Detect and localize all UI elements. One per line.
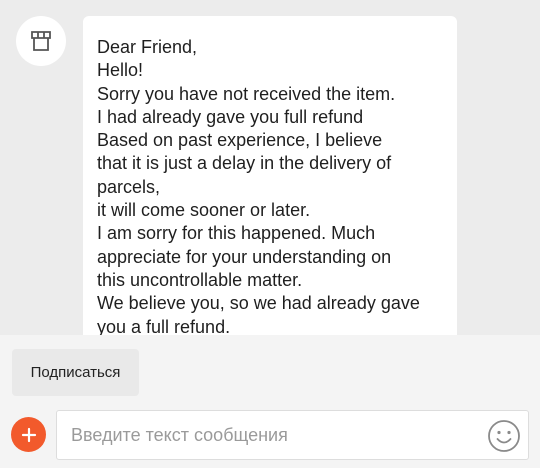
message-line: it will come sooner or later. (97, 200, 311, 221)
message-line: parcels, (97, 176, 161, 197)
message-line: you a full refund. (97, 316, 231, 335)
message-line: appreciate for your understanding on (97, 246, 392, 267)
store-icon (31, 31, 51, 51)
smiley-icon (488, 420, 520, 452)
message-input[interactable] (71, 411, 471, 459)
message-line: We believe you, so we had already gave (97, 293, 420, 314)
message-line: Dear Friend, (97, 37, 198, 57)
message-line: I am sorry for this happened. Much (97, 223, 376, 244)
message-line: Hello! (97, 60, 144, 81)
chat-area: Dear Friend, Hello! Sorry you have not r… (0, 0, 540, 335)
message-line: Based on past experience, I believe (97, 130, 383, 151)
plus-icon (21, 427, 36, 442)
add-attachment-button[interactable] (11, 417, 46, 452)
message-line: Sorry you have not received the item. (97, 83, 396, 104)
message-line: this uncontrollable matter. (97, 269, 303, 290)
emoji-button[interactable] (486, 418, 522, 454)
seller-avatar[interactable] (16, 16, 66, 66)
message-line: that it is just a delay in the delivery … (97, 153, 392, 174)
message-bubble: Dear Friend, Hello! Sorry you have not r… (83, 16, 457, 335)
composer-area: Подписаться (0, 335, 540, 468)
message-line: I had already gave you full refund (97, 106, 364, 127)
message-input-box[interactable] (56, 410, 529, 460)
subscribe-button[interactable]: Подписаться (12, 349, 139, 396)
